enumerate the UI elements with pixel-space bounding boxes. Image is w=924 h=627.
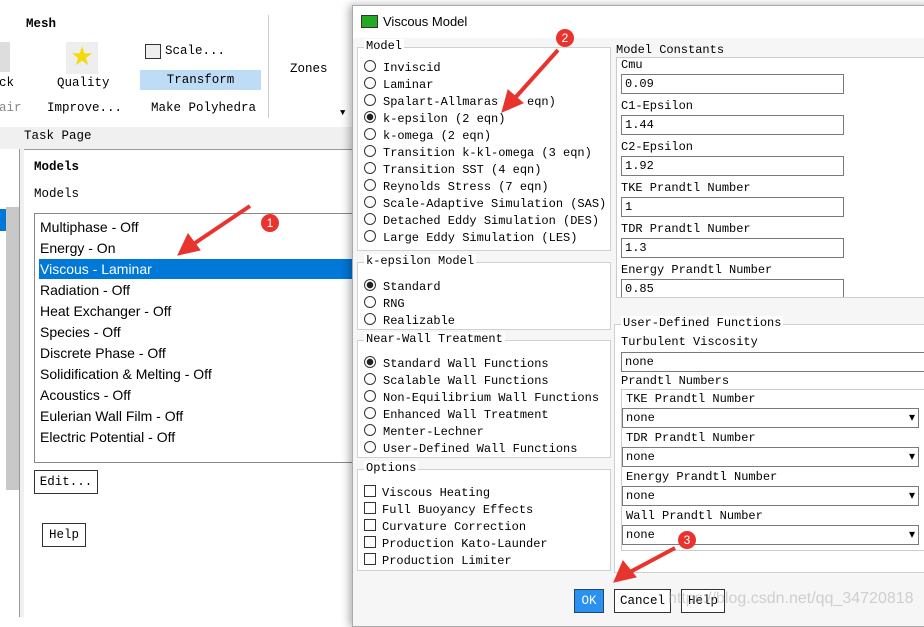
annotation-overlay: 1 2 3 <box>177 29 696 583</box>
arrow-1-head <box>177 233 201 256</box>
arrow-3 <box>629 546 676 574</box>
annotation-2: 2 <box>562 31 569 45</box>
annotation-3: 3 <box>684 533 691 547</box>
annotation-1: 1 <box>267 216 274 230</box>
arrow-2 <box>513 48 560 100</box>
arrow-1 <box>193 204 252 245</box>
